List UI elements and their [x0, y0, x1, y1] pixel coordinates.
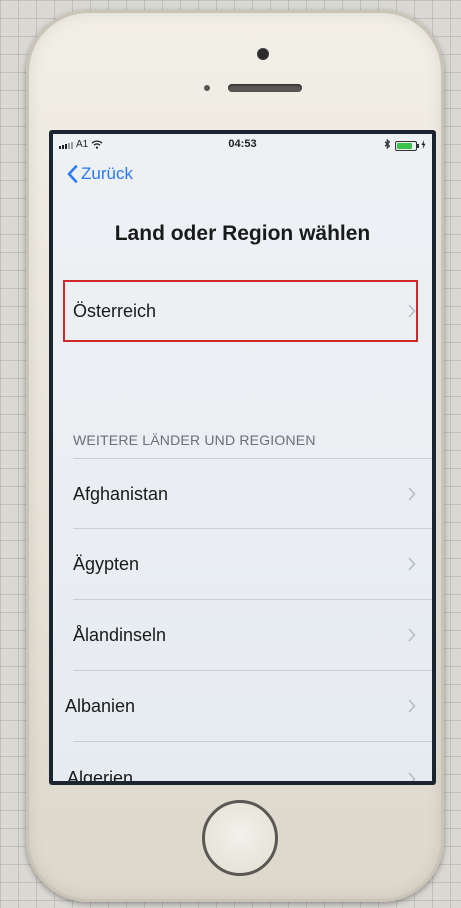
home-button[interactable] — [202, 800, 278, 876]
bluetooth-icon — [384, 138, 391, 152]
chevron-left-icon — [67, 165, 78, 183]
row-label: Österreich — [73, 300, 157, 321]
chevron-right-icon — [408, 304, 416, 318]
country-row[interactable]: Albanien — [53, 671, 432, 741]
chevron-right-icon — [408, 699, 416, 713]
display: A1 04:53 Zurück Land oder Region wählen … — [53, 134, 432, 781]
row-label: Ålandinseln — [73, 624, 167, 645]
page-title: Land oder Region wählen — [114, 222, 371, 245]
country-row[interactable]: Ålandinseln — [53, 600, 432, 670]
chevron-right-icon — [408, 772, 416, 781]
back-button[interactable]: Zurück — [67, 164, 133, 184]
status-right — [384, 138, 426, 152]
country-row-suggested[interactable]: Österreich — [53, 282, 432, 340]
chevron-right-icon — [408, 628, 416, 642]
chevron-right-icon — [408, 487, 416, 501]
row-label: Afghanistan — [73, 483, 169, 504]
earpiece-speaker — [228, 84, 302, 92]
front-camera — [257, 48, 269, 60]
status-time: 04:53 — [228, 138, 257, 150]
row-label: Algerien — [67, 768, 134, 781]
country-row[interactable]: Afghanistan — [53, 460, 432, 528]
phone-screen: A1 04:53 Zurück Land oder Region wählen … — [49, 130, 436, 785]
section-header: WEITERE LÄNDER UND REGIONEN — [73, 432, 316, 448]
charging-icon — [421, 139, 426, 152]
row-label: Albanien — [65, 695, 136, 716]
battery-icon — [395, 140, 419, 151]
country-row[interactable]: Ägypten — [53, 529, 432, 599]
row-label: Ägypten — [73, 553, 140, 574]
divider — [73, 458, 432, 459]
country-row[interactable]: Algerien — [53, 742, 432, 781]
back-label: Zurück — [81, 164, 133, 183]
chevron-right-icon — [408, 557, 416, 571]
proximity-sensor — [204, 85, 210, 91]
status-bar: A1 04:53 — [53, 134, 432, 156]
